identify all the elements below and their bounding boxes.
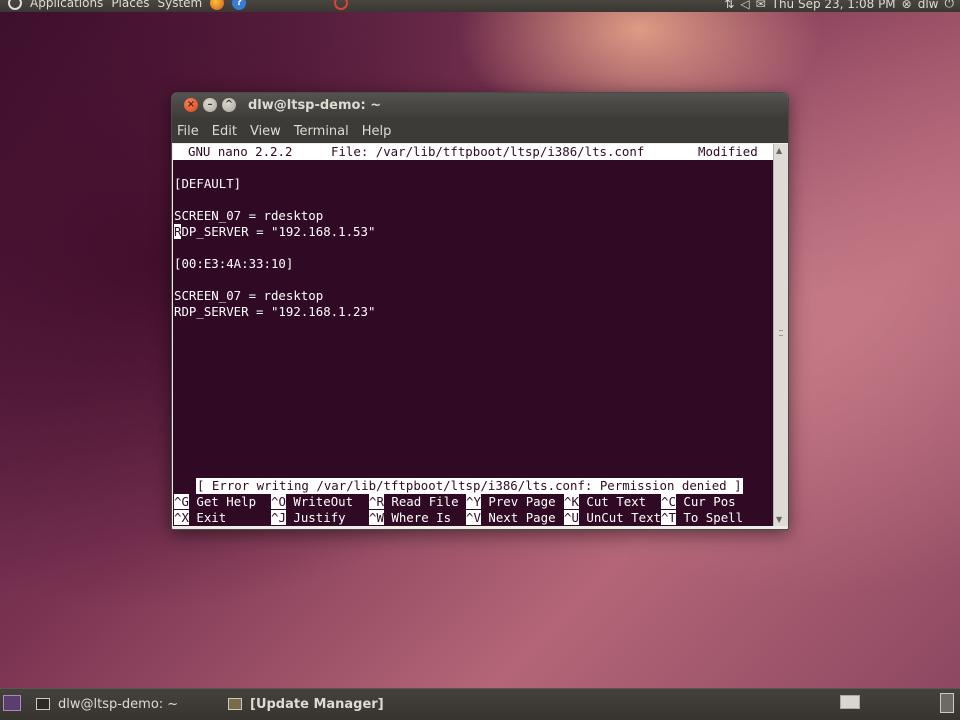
terminal-screen[interactable]: GNU nano 2.2.2 File: /var/lib/tftpboot/l…: [173, 144, 773, 526]
mail-icon[interactable]: ✉: [756, 0, 766, 11]
nano-status-message: [ Error writing /var/lib/tftpboot/ltsp/i…: [196, 478, 743, 494]
menu-edit[interactable]: Edit: [212, 124, 237, 139]
shortcut-cur-pos[interactable]: ^C Cur Pos: [661, 494, 736, 510]
editor-line: SCREEN_07 = rdesktop: [174, 288, 324, 303]
shortcut-justify[interactable]: ^J Justify: [271, 510, 346, 526]
nano-filename: File: /var/lib/tftpboot/ltsp/i386/lts.co…: [331, 144, 645, 159]
places-menu[interactable]: Places: [111, 0, 149, 10]
top-panel: Applications Places System ? ⇅ ◁ ✉ Thu S…: [0, 0, 960, 12]
editor-line-cursor: RDP_SERVER = "192.168.1.53": [174, 224, 375, 240]
help-launcher-icon[interactable]: ?: [232, 0, 247, 10]
top-panel-right: ⇅ ◁ ✉ Thu Sep 23, 1:08 PM ⊗ dlw ⏻: [724, 0, 954, 11]
taskbar-item-label: dlw@ltsp-demo: ~: [58, 696, 179, 712]
clock[interactable]: Thu Sep 23, 1:08 PM: [772, 0, 896, 11]
editor-line: RDP_SERVER = "192.168.1.23": [174, 304, 376, 319]
taskbar-item-update-manager[interactable]: [Update Manager]: [222, 692, 442, 716]
menu-view[interactable]: View: [250, 124, 281, 139]
user-icon: ⊗: [901, 0, 912, 11]
ubuntu-logo-icon[interactable]: [8, 0, 22, 10]
editor-line-text: DP_SERVER = "192.168.1.53": [181, 224, 376, 239]
editor-line: [00:E3:4A:33:10]: [174, 256, 294, 271]
firefox-launcher-icon[interactable]: [210, 0, 225, 10]
system-menu[interactable]: System: [157, 0, 202, 10]
workspace-switcher[interactable]: [840, 695, 860, 709]
nano-header: GNU nano 2.2.2 File: /var/lib/tftpboot/l…: [173, 144, 773, 160]
window-title: dlw@ltsp-demo: ~: [248, 98, 382, 113]
update-manager-icon: [228, 698, 242, 710]
scroll-up-icon[interactable]: ▲: [776, 146, 782, 155]
shortcut-uncut-text[interactable]: ^U UnCut Text: [564, 510, 661, 526]
nano-version: GNU nano 2.2.2: [188, 144, 293, 159]
scroll-down-icon[interactable]: ▼: [776, 515, 782, 524]
shutdown-icon[interactable]: ⏻: [945, 0, 955, 11]
menu-file[interactable]: File: [177, 124, 199, 139]
editor-line: SCREEN_07 = rdesktop: [174, 208, 324, 223]
show-desktop-button[interactable]: [3, 695, 21, 711]
shortcut-next-page[interactable]: ^V Next Page: [466, 510, 556, 526]
network-icon[interactable]: ⇅: [724, 0, 734, 11]
applications-menu[interactable]: Applications: [30, 0, 103, 10]
terminal-scrollbar[interactable]: ▲ ▼: [773, 144, 788, 526]
shortcut-row-1: ^G Get Help ^O WriteOut ^R Read File ^Y …: [174, 494, 736, 510]
menu-terminal[interactable]: Terminal: [294, 124, 349, 139]
top-panel-left: Applications Places System ?: [8, 0, 349, 10]
user-menu[interactable]: dlw: [918, 0, 939, 11]
nano-modified-flag: Modified: [698, 144, 758, 159]
shortcut-prev-page[interactable]: ^Y Prev Page: [466, 494, 556, 510]
terminal-menubar: File Edit View Terminal Help: [172, 119, 788, 143]
terminal-icon: [36, 698, 50, 710]
window-titlebar[interactable]: × – ^ dlw@ltsp-demo: ~: [172, 93, 788, 119]
taskbar-item-terminal[interactable]: dlw@ltsp-demo: ~: [30, 692, 218, 716]
bottom-panel: dlw@ltsp-demo: ~ [Update Manager]: [0, 688, 960, 720]
terminal-window: × – ^ dlw@ltsp-demo: ~ File Edit View Te…: [171, 92, 789, 530]
taskbar-item-label: [Update Manager]: [250, 696, 384, 712]
shortcut-where-is[interactable]: ^W Where Is: [369, 510, 451, 526]
scrollbar-grip[interactable]: [779, 330, 783, 336]
trash-icon[interactable]: [940, 693, 954, 713]
shortcut-read-file[interactable]: ^R Read File: [369, 494, 459, 510]
shortcut-cut-text[interactable]: ^K Cut Text: [564, 494, 646, 510]
shortcut-exit[interactable]: ^X Exit: [174, 510, 226, 526]
power-indicator-icon[interactable]: [334, 0, 349, 10]
volume-icon[interactable]: ◁: [740, 0, 749, 11]
editor-line: [DEFAULT]: [174, 176, 242, 191]
shortcut-get-help[interactable]: ^G Get Help: [174, 494, 256, 510]
menu-help[interactable]: Help: [362, 124, 392, 139]
shortcut-row-2: ^X Exit ^J Justify ^W Where Is ^V Next P…: [174, 510, 743, 526]
shortcut-to-spell[interactable]: ^T To Spell: [661, 510, 743, 526]
shortcut-writeout[interactable]: ^O WriteOut: [271, 494, 353, 510]
